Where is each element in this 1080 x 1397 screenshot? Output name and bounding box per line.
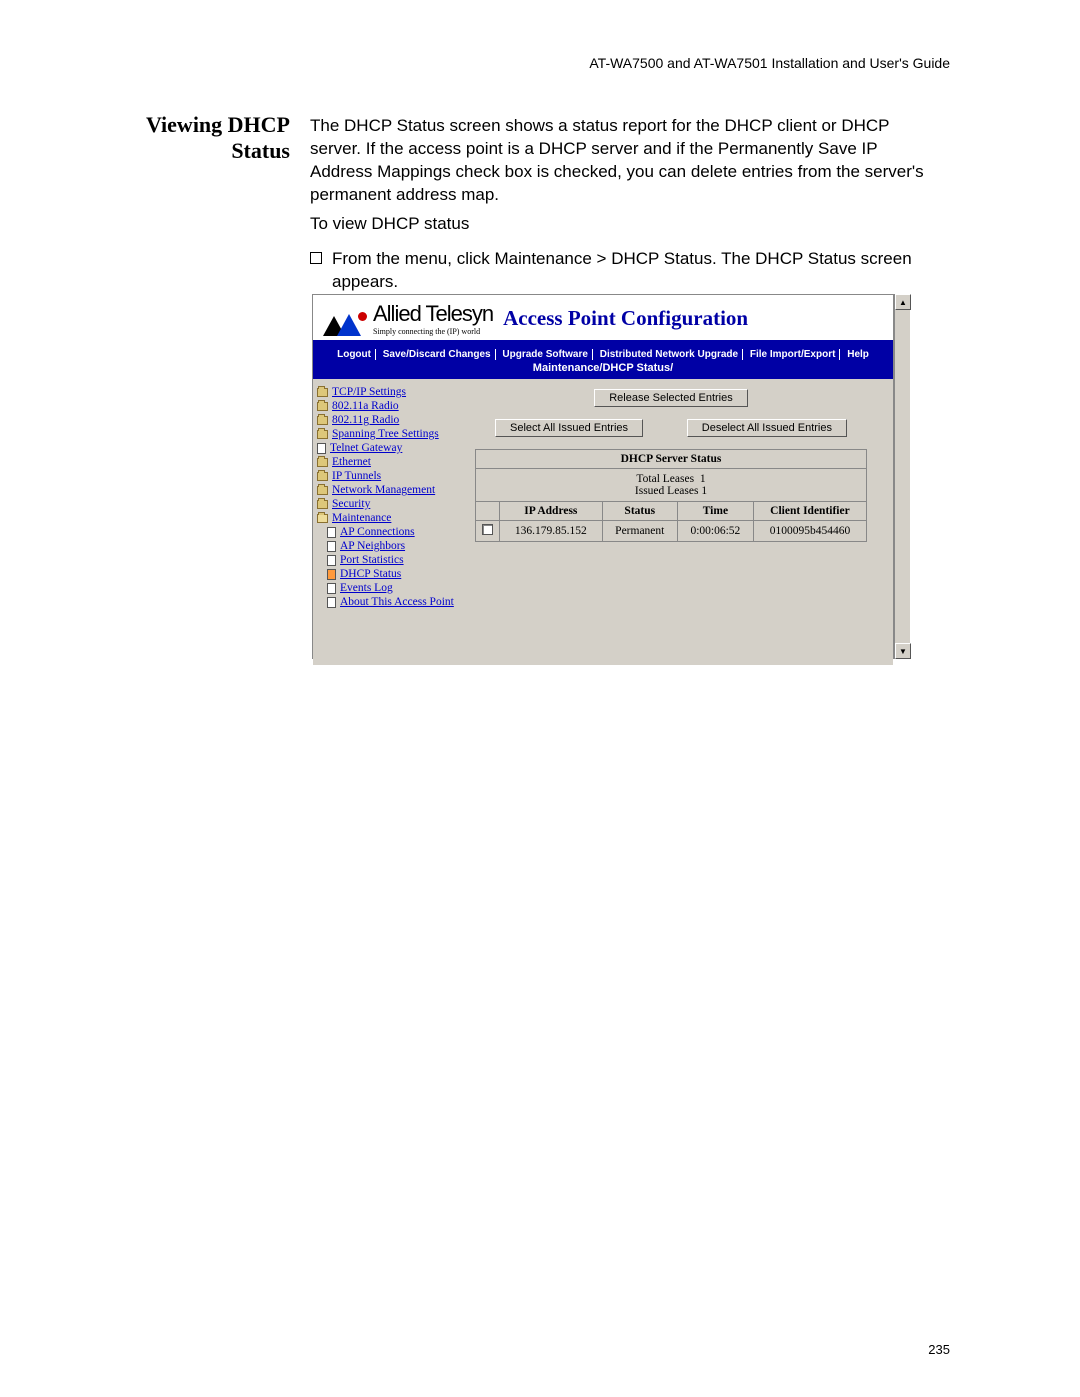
- folder-icon: [317, 388, 328, 397]
- instructions-step: From the menu, click Maintenance > DHCP …: [310, 248, 940, 294]
- nav-dhcpstatus[interactable]: DHCP Status: [340, 568, 401, 580]
- folder-icon: [317, 458, 328, 467]
- nav-apneigh[interactable]: AP Neighbors: [340, 540, 405, 552]
- nav-portstats[interactable]: Port Statistics: [340, 554, 404, 566]
- col-status: Status: [602, 502, 677, 521]
- brand-tagline: Simply connecting the (IP) world: [373, 327, 493, 336]
- content-pane: Release Selected Entries Select All Issu…: [461, 379, 893, 665]
- cell-client: 0100095b454460: [753, 521, 866, 542]
- deselect-all-button[interactable]: Deselect All Issued Entries: [687, 419, 847, 437]
- instructions-heading: To view DHCP status: [310, 213, 940, 236]
- leases-cell: Total Leases 1 Issued Leases 1: [476, 469, 867, 502]
- section-title: Viewing DHCP Status: [130, 112, 290, 165]
- folder-icon: [317, 416, 328, 425]
- page-icon: [327, 541, 336, 552]
- table-title: DHCP Server Status: [476, 450, 867, 469]
- cell-status: Permanent: [602, 521, 677, 542]
- doc-header: AT-WA7500 and AT-WA7501 Installation and…: [589, 55, 950, 71]
- scroll-up-icon[interactable]: ▲: [895, 294, 911, 310]
- page-icon: [327, 555, 336, 566]
- screenshot-container: Allied Telesyn Simply connecting the (IP…: [312, 294, 910, 659]
- menu-bar: Logout Save/Discard Changes Upgrade Soft…: [313, 346, 893, 362]
- page-number: 235: [928, 1342, 950, 1357]
- nav-events[interactable]: Events Log: [340, 582, 393, 594]
- nav-spanning[interactable]: Spanning Tree Settings: [332, 428, 439, 440]
- folder-icon: [317, 500, 328, 509]
- app-header: Allied Telesyn Simply connecting the (IP…: [313, 295, 893, 346]
- col-client: Client Identifier: [753, 502, 866, 521]
- logo: Allied Telesyn Simply connecting the (IP…: [323, 301, 493, 336]
- menu-upgrade[interactable]: Upgrade Software: [498, 349, 593, 360]
- folder-icon: [317, 486, 328, 495]
- menu-file[interactable]: File Import/Export: [746, 349, 841, 360]
- page-active-icon: [327, 569, 336, 580]
- scrollbar[interactable]: ▲ ▼: [894, 294, 910, 659]
- col-ip: IP Address: [500, 502, 603, 521]
- nav-telnet[interactable]: Telnet Gateway: [330, 442, 402, 454]
- menu-logout[interactable]: Logout: [333, 349, 376, 360]
- release-button[interactable]: Release Selected Entries: [594, 389, 748, 407]
- scroll-down-icon[interactable]: ▼: [895, 643, 911, 659]
- logo-mark-icon: [323, 314, 367, 336]
- breadcrumb: Maintenance/DHCP Status/: [313, 362, 893, 379]
- menu-dist-upgrade[interactable]: Distributed Network Upgrade: [596, 349, 743, 360]
- row-checkbox[interactable]: [482, 524, 493, 535]
- folder-icon: [317, 472, 328, 481]
- nav-80211g[interactable]: 802.11g Radio: [332, 414, 399, 426]
- dhcp-status-table: DHCP Server Status Total Leases 1 Issued…: [475, 449, 867, 542]
- table-row: 136.179.85.152 Permanent 0:00:06:52 0100…: [476, 521, 867, 542]
- col-time: Time: [677, 502, 753, 521]
- page-icon: [327, 597, 336, 608]
- folder-icon: [317, 402, 328, 411]
- body-paragraph: The DHCP Status screen shows a status re…: [310, 115, 930, 219]
- folder-icon: [317, 430, 328, 439]
- cell-ip: 136.179.85.152: [500, 521, 603, 542]
- page-icon: [327, 527, 336, 538]
- nav-tree: TCP/IP Settings 802.11a Radio 802.11g Ra…: [313, 379, 461, 665]
- page-icon: [327, 583, 336, 594]
- nav-netmgmt[interactable]: Network Management: [332, 484, 435, 496]
- cell-time: 0:00:06:52: [677, 521, 753, 542]
- folder-open-icon: [317, 514, 328, 523]
- brand-name: Allied Telesyn: [373, 301, 493, 327]
- menu-help[interactable]: Help: [843, 349, 873, 360]
- nav-tcpip[interactable]: TCP/IP Settings: [332, 386, 406, 398]
- col-checkbox: [476, 502, 500, 521]
- nav-security[interactable]: Security: [332, 498, 370, 510]
- nav-maintenance[interactable]: Maintenance: [332, 512, 391, 524]
- nav-about[interactable]: About This Access Point: [340, 596, 454, 608]
- body-para-text: The DHCP Status screen shows a status re…: [310, 115, 930, 207]
- nav-iptunnels[interactable]: IP Tunnels: [332, 470, 381, 482]
- nav-80211a[interactable]: 802.11a Radio: [332, 400, 399, 412]
- app-window: Allied Telesyn Simply connecting the (IP…: [312, 294, 894, 659]
- menu-save[interactable]: Save/Discard Changes: [379, 349, 496, 360]
- nav-apconn[interactable]: AP Connections: [340, 526, 415, 538]
- app-title: Access Point Configuration: [503, 306, 748, 331]
- select-all-button[interactable]: Select All Issued Entries: [495, 419, 643, 437]
- nav-ethernet[interactable]: Ethernet: [332, 456, 371, 468]
- page-icon: [317, 443, 326, 454]
